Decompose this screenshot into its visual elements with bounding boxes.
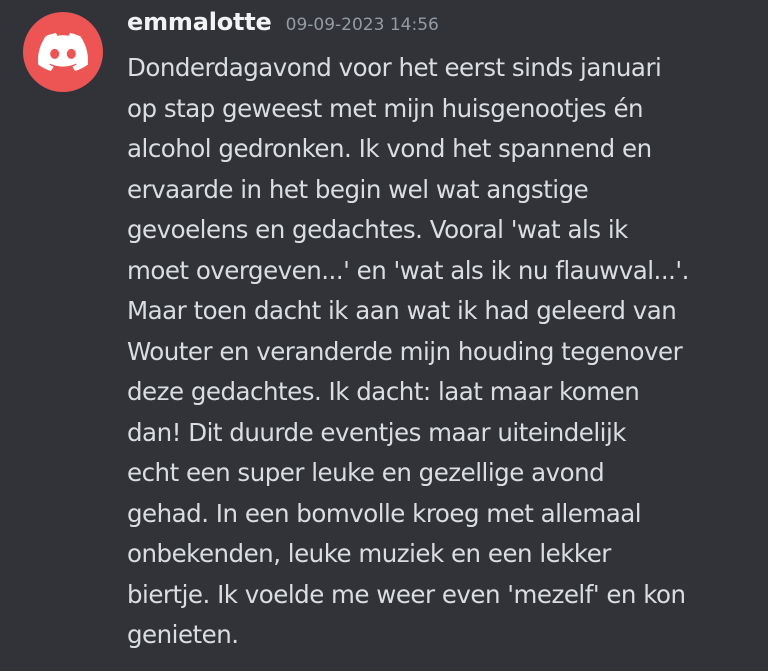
message-line: Donderdagavond voor het eerst sinds janu…	[127, 53, 662, 82]
message-header: emmalotte 09-09-2023 14:56	[127, 8, 439, 44]
message-line: moet overgeven...' en 'wat als ik nu fla…	[127, 255, 689, 285]
chat-message: emmalotte 09-09-2023 14:56 Donderdagavon…	[0, 0, 768, 671]
message-line: echt een super leuke en gezellige avond	[127, 458, 605, 487]
message-line: op stap geweest met mijn huisgenootjes é…	[127, 93, 644, 123]
discord-logo-icon	[38, 33, 88, 71]
message-content: Donderdagavond voor het eerst sinds janu…	[127, 48, 757, 656]
message-line: gehad. In een bomvolle kroeg met allemaa…	[127, 498, 642, 528]
avatar[interactable]	[23, 12, 103, 92]
message-line: alcohol gedronken. Ik vond het spannend …	[127, 134, 652, 163]
message-line: dan! Dit duurde eventjes maar uiteindeli…	[127, 417, 626, 447]
message-line: deze gedachtes. Ik dacht: laat maar kome…	[127, 377, 640, 406]
message-line: gevoelens en gedachtes. Vooral 'wat als …	[127, 215, 628, 244]
message-line: onbekenden, leuke muziek en een lekker	[127, 539, 611, 568]
timestamp[interactable]: 09-09-2023 14:56	[286, 15, 439, 35]
message-line: genieten.	[127, 620, 239, 649]
message-line: Maar toen dacht ik aan wat ik had geleer…	[127, 296, 677, 325]
message-line: Wouter en veranderde mijn houding tegeno…	[127, 336, 683, 366]
message-line: ervaarde in het begin wel wat angstige	[127, 174, 589, 204]
message-line: biertje. Ik voelde me weer even 'mezelf'…	[127, 579, 686, 609]
username[interactable]: emmalotte	[127, 8, 272, 36]
